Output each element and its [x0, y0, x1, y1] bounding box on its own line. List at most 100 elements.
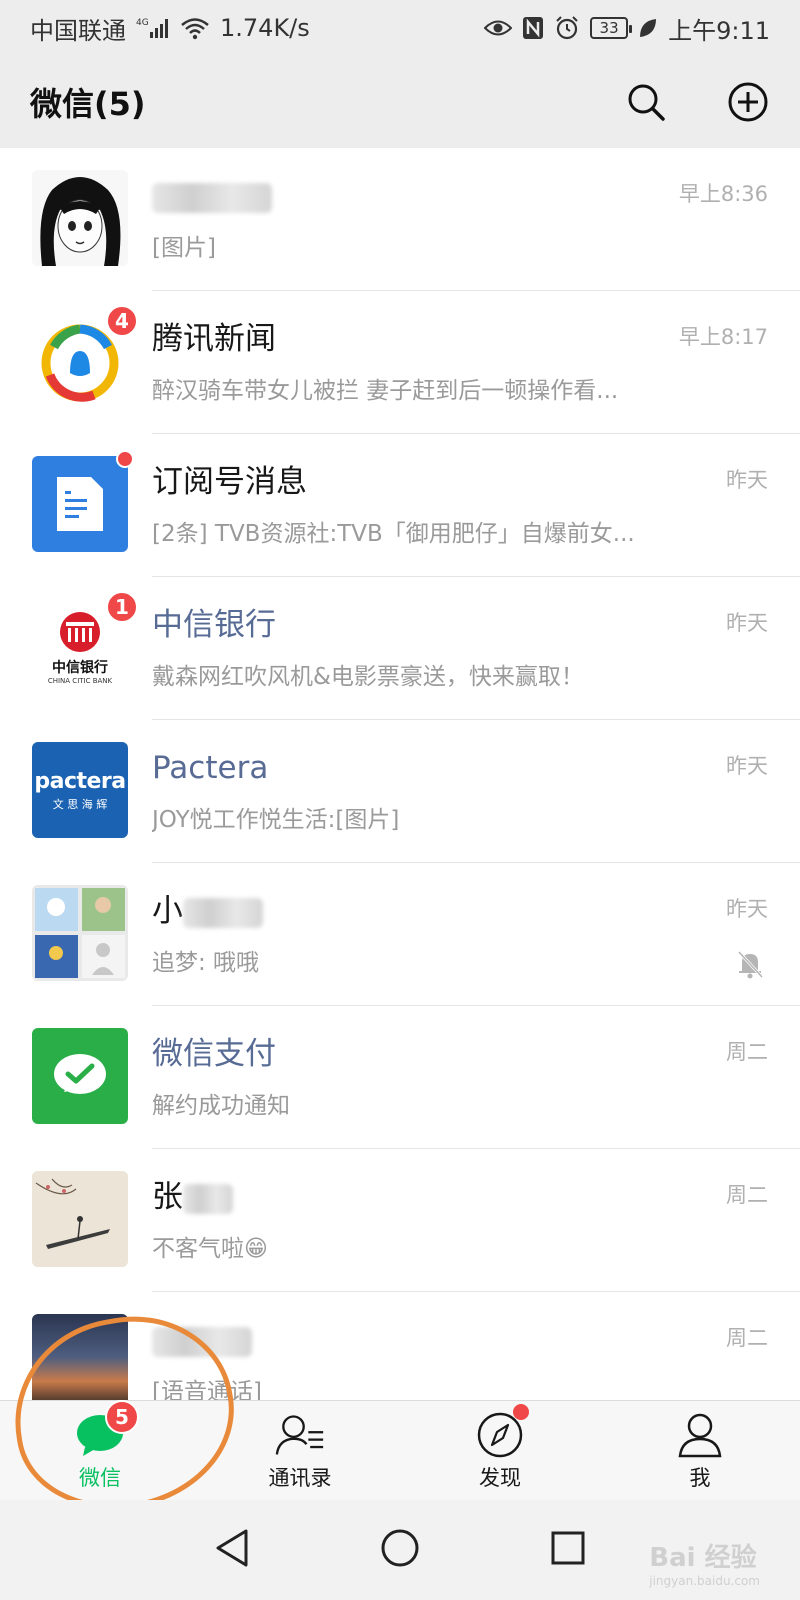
- subscription-icon: [57, 477, 103, 531]
- chat-time: 昨天: [726, 468, 768, 492]
- chat-text: Pactera JOY悦工作悦生活:[图片]: [152, 720, 800, 834]
- back-button[interactable]: [214, 1528, 250, 1572]
- chat-row-pactera[interactable]: pactera 文 思 海 辉 Pactera JOY悦工作悦生活:[图片] 昨…: [0, 720, 800, 863]
- chat-row-citic-bank[interactable]: 中信银行 CHINA CITIC BANK 1 中信银行 戴森网红吹风机&电影票…: [0, 577, 800, 720]
- alarm-icon: [554, 15, 580, 41]
- svg-text:4G: 4G: [136, 18, 149, 28]
- chat-text: 微信支付 解约成功通知: [152, 1006, 800, 1120]
- chat-time: 早上8:17: [678, 325, 768, 349]
- page-title: 微信(5): [30, 85, 146, 123]
- search-button[interactable]: [624, 80, 668, 124]
- compass-icon: [475, 1403, 529, 1460]
- chat-time: 早上8:36: [678, 182, 768, 206]
- blurred-name: [183, 897, 263, 928]
- avatar: [32, 456, 128, 552]
- watermark-title: Bai 经验: [649, 1543, 757, 1573]
- chat-name: [152, 1320, 800, 1360]
- person-icon: [675, 1410, 725, 1460]
- battery-icon: 33: [590, 17, 633, 39]
- chat-time: 周二: [726, 1183, 768, 1207]
- chat-preview: 醉汉骑车带女儿被拦 妻子赶到后一顿操作看...: [152, 378, 619, 404]
- network-speed: 1.74K/s: [220, 14, 310, 42]
- home-circle-icon: [381, 1529, 419, 1567]
- chat-text: [语音通话]: [152, 1292, 800, 1400]
- recents-button[interactable]: [550, 1530, 586, 1570]
- recents-square-icon: [551, 1531, 585, 1565]
- plus-circle-icon: [728, 82, 768, 122]
- watermark: Bai 经验 jingyan.baidu.com: [649, 1537, 760, 1588]
- chat-preview: 解约成功通知: [152, 1093, 290, 1119]
- tab-me[interactable]: 我: [600, 1401, 800, 1500]
- chat-text: 张 不客气啦😁: [152, 1149, 800, 1263]
- ink-painting-boat-icon: [32, 1171, 128, 1267]
- avatar-wrap: 中信银行 CHINA CITIC BANK 1: [32, 591, 138, 695]
- signal-icon: 4G: [136, 16, 170, 40]
- leaf-icon: [638, 17, 658, 39]
- contacts-icon: [275, 1410, 325, 1460]
- tab-label: 我: [689, 1465, 711, 1490]
- tab-chats[interactable]: 5 微信: [0, 1399, 200, 1500]
- chat-time: 周二: [726, 1040, 768, 1064]
- avatar: [32, 1314, 128, 1400]
- wifi-icon: [180, 16, 210, 40]
- home-button[interactable]: [380, 1528, 420, 1572]
- chat-row-contact-1[interactable]: [图片] 早上8:36: [0, 148, 800, 291]
- chat-row-tencent-news[interactable]: 4 腾讯新闻 醉汉骑车带女儿被拦 妻子赶到后一顿操作看... 早上8:17: [0, 291, 800, 434]
- chat-time: 昨天: [726, 897, 768, 921]
- unread-badge: 4: [106, 305, 138, 337]
- blurred-name: [152, 182, 272, 213]
- tab-unread-badge: 5: [105, 1399, 139, 1434]
- avatar-wrap: [32, 1171, 128, 1267]
- app-header: 微信(5): [0, 56, 800, 148]
- tab-discover[interactable]: 发现: [400, 1401, 600, 1500]
- search-icon: [628, 84, 665, 121]
- avatar-wrap: [32, 170, 128, 266]
- wechat-pay-logo-icon: [54, 1054, 106, 1094]
- chat-row-wechat-pay[interactable]: 微信支付 解约成功通知 周二: [0, 1006, 800, 1149]
- brand-text: 中信银行: [52, 659, 108, 676]
- chat-preview: 追梦: 哦哦: [152, 950, 260, 976]
- tab-label: 微信: [79, 1465, 121, 1490]
- avatar: [32, 885, 128, 981]
- chat-row-group[interactable]: 小 追梦: 哦哦 昨天: [0, 863, 800, 1006]
- chat-time: 昨天: [726, 754, 768, 778]
- avatar-wrap: [32, 1314, 128, 1400]
- avatar: [32, 170, 128, 266]
- carrier-label: 中国联通: [30, 16, 126, 45]
- blurred-name: [152, 1326, 252, 1357]
- chat-name: Pactera: [152, 750, 269, 786]
- avatar: [32, 1028, 128, 1124]
- avatar-wrap: 4: [32, 305, 138, 409]
- system-nav-bar: Bai 经验 jingyan.baidu.com: [0, 1500, 800, 1600]
- chat-text: 小 追梦: 哦哦: [152, 863, 800, 977]
- group-avatar-icon: [35, 888, 125, 978]
- chat-row-contact-last[interactable]: [语音通话] 周二: [0, 1292, 800, 1400]
- tab-label: 发现: [479, 1465, 521, 1490]
- anime-girl-sketch-icon: [32, 170, 128, 266]
- nfc-icon: [522, 16, 544, 40]
- avatar-wrap: [32, 1028, 128, 1124]
- status-left: 中国联通 4G 1.74K/s: [30, 11, 310, 46]
- chat-name: 微信支付: [152, 1036, 276, 1072]
- chat-preview: 戴森网红吹风机&电影票豪送，快来赢取！: [152, 664, 584, 690]
- chat-name: 小: [152, 891, 800, 931]
- avatar-wrap: [32, 885, 128, 981]
- chat-preview: [语音通话]: [152, 1379, 262, 1400]
- status-bar: 中国联通 4G 1.74K/s 33 上午9:11: [0, 0, 800, 56]
- unread-badge: 1: [106, 591, 138, 623]
- chat-list[interactable]: [图片] 早上8:36 4 腾讯新闻 醉汉骑车带女儿被拦 妻子赶到后一顿操作看.…: [0, 148, 800, 1400]
- citic-bank-logo-icon: [60, 611, 100, 652]
- chat-name: 中信银行: [152, 607, 276, 643]
- blurred-name: [183, 1183, 233, 1214]
- chat-bubble-icon: 5: [75, 1399, 139, 1460]
- avatar: pactera 文 思 海 辉: [32, 742, 128, 838]
- chat-text: 订阅号消息 [2条] TVB资源社:TVB「御用肥仔」自爆前女...: [152, 434, 800, 548]
- chat-time: 周二: [726, 1326, 768, 1350]
- chat-row-subscriptions[interactable]: 订阅号消息 [2条] TVB资源社:TVB「御用肥仔」自爆前女... 昨天: [0, 434, 800, 577]
- chat-name: 订阅号消息: [152, 464, 307, 500]
- tab-contacts[interactable]: 通讯录: [200, 1401, 400, 1500]
- avatar-wrap: [32, 450, 134, 552]
- chat-row-contact-zhang[interactable]: 张 不客气啦😁 周二: [0, 1149, 800, 1292]
- chat-preview: [图片]: [152, 235, 216, 261]
- add-button[interactable]: [726, 80, 770, 124]
